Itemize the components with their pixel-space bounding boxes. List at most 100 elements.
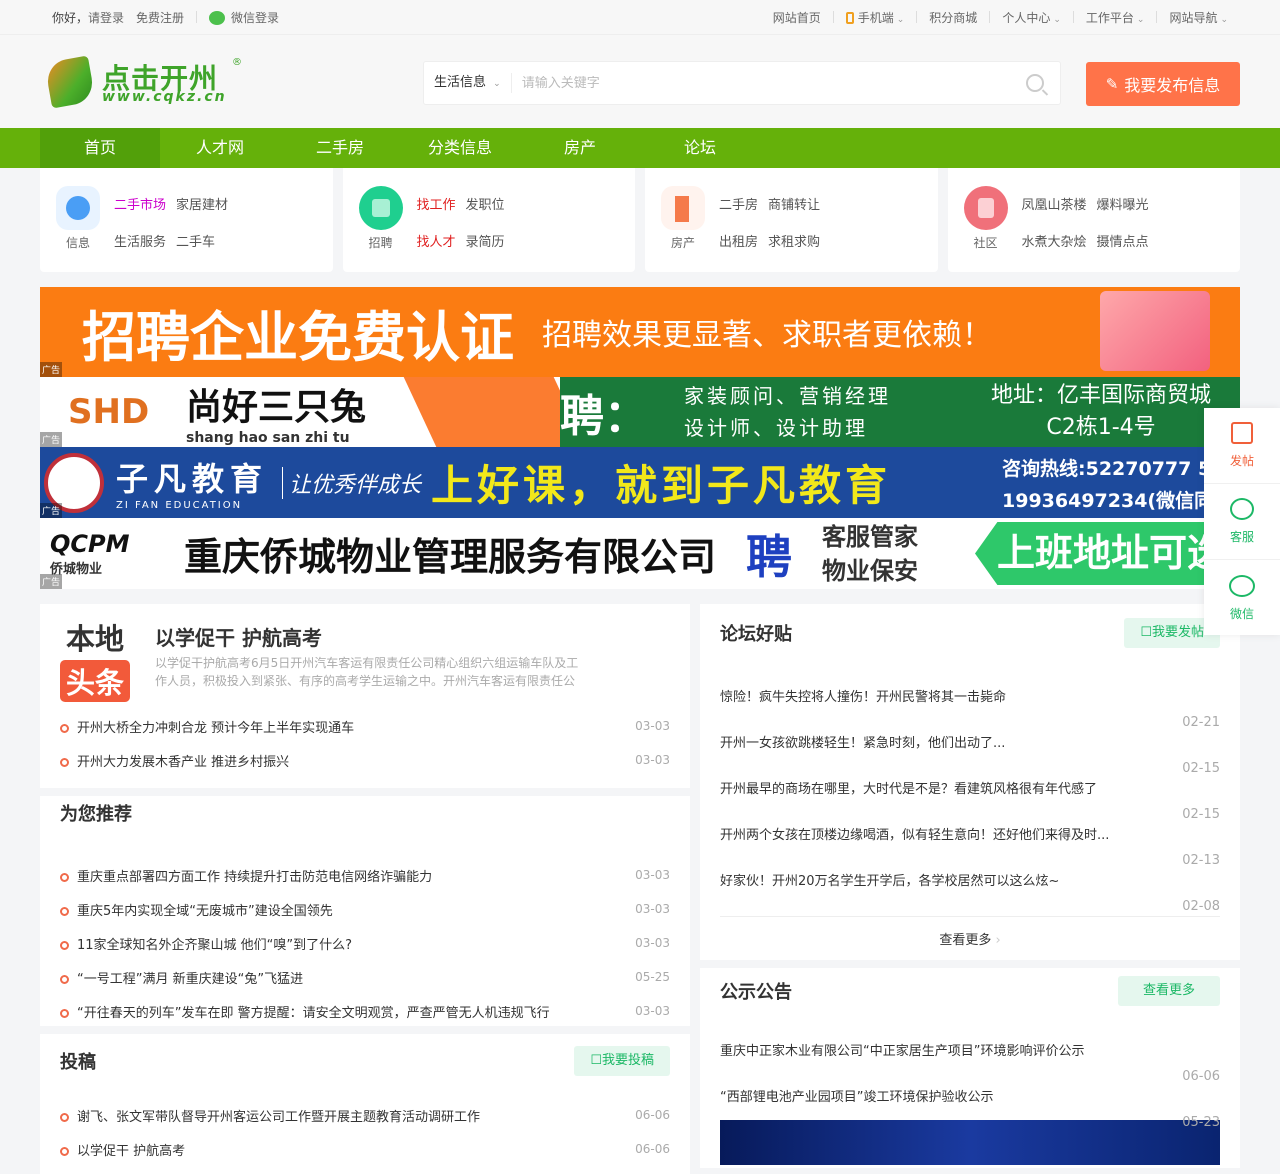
news-date: 03-03 bbox=[635, 936, 670, 950]
link-rent[interactable]: 出租房 bbox=[719, 231, 758, 250]
news-date: 06-06 bbox=[635, 1142, 670, 1156]
list-item[interactable]: 开州最早的商场在哪里，大时代是不是？看建筑风格很有年代感了 02-15 bbox=[720, 772, 1220, 822]
float-service-button[interactable]: 客服 bbox=[1204, 484, 1280, 560]
link-expose[interactable]: 爆料曝光 bbox=[1097, 194, 1149, 213]
quick-card-house: 房产 二手房 商铺转让 出租房 求租求购 bbox=[645, 168, 938, 272]
right-column: 论坛好贴 ☐我要发帖 惊险！疯牛失控将人撞伤！开州民警将其一击毙命 02-21 开… bbox=[700, 604, 1240, 1168]
site-nav-menu[interactable]: 网站导航 ⌄ bbox=[1169, 9, 1228, 26]
nav-second-hand-house[interactable]: 二手房 bbox=[280, 128, 400, 168]
submit-block: 投稿 ☐我要投稿 谢飞、张文军带队督导开州客运公司工作暨开展主题教育活动调研工作… bbox=[40, 1034, 690, 1174]
ad-pinyin: shang hao san zhi tu bbox=[186, 430, 350, 446]
wechat-login-link[interactable]: 微信登录 bbox=[209, 9, 279, 26]
floating-sidebar: 发帖 客服 微信 bbox=[1204, 408, 1280, 635]
link-second-house[interactable]: 二手房 bbox=[719, 194, 758, 213]
personal-center-menu[interactable]: 个人中心 ⌄ bbox=[1002, 9, 1061, 26]
forum-more-link[interactable]: 查看更多 › bbox=[720, 929, 1220, 948]
ad-banner-qcpm[interactable]: QCPM 侨城物业 重庆侨城物业管理服务有限公司 聘 客服管家 物业保安 上班地址可… bbox=[40, 518, 1240, 589]
news-date: 03-03 bbox=[635, 753, 670, 767]
greeting: 你好， bbox=[52, 10, 89, 25]
ad-jobs-line: 设计师、设计助理 bbox=[684, 416, 868, 440]
link-photos[interactable]: 摄情点点 bbox=[1097, 231, 1149, 250]
news-title: 11家全球知名外企齐聚山城 他们“嗅”到了什么? bbox=[60, 934, 352, 953]
badge-bottom: 头条 bbox=[60, 660, 130, 702]
quick-card-label: 信息 bbox=[65, 236, 90, 250]
site-logo[interactable]: 点击开州 www.cqkz.cn ® bbox=[44, 55, 248, 109]
notice-banner-image[interactable] bbox=[720, 1120, 1220, 1165]
nav-real-estate[interactable]: 房产 bbox=[520, 128, 640, 168]
mobile-label: 手机端 bbox=[857, 10, 894, 25]
badge-top: 本地 bbox=[65, 622, 124, 656]
ad-address: 上班地址可选 bbox=[975, 522, 1240, 585]
site-home-link[interactable]: 网站首页 bbox=[773, 9, 821, 26]
link-shop-transfer[interactable]: 商铺转让 bbox=[768, 194, 820, 213]
search-category-select[interactable]: 生活信息 ⌄ bbox=[424, 73, 512, 93]
message-icon[interactable] bbox=[56, 186, 100, 230]
points-mall-link[interactable]: 积分商城 bbox=[929, 9, 977, 26]
list-item[interactable]: 开州两个女孩在顶楼边缘喝酒，似有轻生意向！还好他们来得及时... 02-13 bbox=[720, 818, 1220, 868]
nav-classified[interactable]: 分类信息 bbox=[400, 128, 520, 168]
link-post-job[interactable]: 发职位 bbox=[466, 194, 505, 213]
headline-title[interactable]: 以学促干 护航高考 bbox=[155, 622, 322, 651]
list-item[interactable]: 开州大力发展木香产业 推进乡村振兴 03-03 bbox=[60, 743, 670, 777]
list-item[interactable]: 谢飞、张文军带队督导开州客运公司工作暨开展主题教育活动调研工作 06-06 bbox=[60, 1098, 670, 1132]
link-find-talent[interactable]: 找人才 bbox=[417, 231, 456, 250]
ad-banners: 招聘企业免费认证 招聘效果更显著、求职者更依赖！ 广告 SHD 尚好三只兔 sha… bbox=[40, 287, 1240, 589]
ad-tag: 广告 bbox=[40, 362, 63, 377]
list-item[interactable]: 重庆中正家木业有限公司“中正家居生产项目”环境影响评价公示 06-06 bbox=[720, 1034, 1220, 1084]
briefcase-icon[interactable] bbox=[358, 186, 403, 230]
link-used-car[interactable]: 二手车 bbox=[176, 231, 228, 250]
ad-job: 客服管家 bbox=[822, 522, 919, 551]
list-item[interactable]: 11家全球知名外企齐聚山城 他们“嗅”到了什么? 03-03 bbox=[60, 926, 670, 960]
building-icon[interactable] bbox=[661, 186, 705, 230]
ad-banner-zifan[interactable]: 子凡教育 ZI FAN EDUCATION 让优秀伴成长 上好课，就到子凡教育 咨… bbox=[40, 447, 1240, 518]
list-item[interactable]: 惊险！疯牛失控将人撞伤！开州民警将其一击毙命 02-21 bbox=[720, 680, 1220, 730]
link-resume[interactable]: 录简历 bbox=[466, 231, 505, 250]
left-column: 本地 头条 以学促干 护航高考 以学促干护航高考6月5日开州汽车客运有限责任公司… bbox=[40, 604, 690, 1174]
ad-subline: 招聘效果更显著、求职者更依赖！ bbox=[542, 318, 992, 353]
nav-home[interactable]: 首页 bbox=[40, 128, 160, 168]
float-post-button[interactable]: 发帖 bbox=[1204, 408, 1280, 484]
news-title: 重庆重点部署四方面工作 持续提升打击防范电信网络诈骗能力 bbox=[60, 866, 432, 885]
search-input[interactable] bbox=[511, 75, 1026, 91]
list-item[interactable]: 好家伙！开州20万名学生开学后，各学校居然可以这么炫~ 02-08 bbox=[720, 864, 1220, 914]
nav-forum[interactable]: 论坛 bbox=[640, 128, 760, 168]
link-misc[interactable]: 水煮大杂烩 bbox=[1022, 231, 1087, 250]
list-item[interactable]: 以学促干 护航高考 06-06 bbox=[60, 1132, 670, 1166]
submit-article-button[interactable]: ☐我要投稿 bbox=[574, 1046, 670, 1076]
chevron-down-icon: ⌄ bbox=[1136, 14, 1145, 25]
notice-more-button[interactable]: 查看更多 bbox=[1117, 976, 1220, 1006]
top-bar: 你好， 请登录 免费注册 微信登录 网站首页 手机端 ⌄ 积分商城 个人中心 ⌄ 工… bbox=[0, 0, 1280, 35]
section-title: 公示公告 bbox=[720, 982, 792, 1003]
link-home-building[interactable]: 家居建材 bbox=[176, 194, 228, 213]
search-icon[interactable] bbox=[1026, 74, 1044, 92]
list-item[interactable]: “西部锂电池产业园项目”竣工环境保护验收公示 05-23 bbox=[720, 1080, 1220, 1130]
list-item[interactable]: 重庆重点部署四方面工作 持续提升打击防范电信网络诈骗能力 03-03 bbox=[60, 858, 670, 892]
float-label: 微信 bbox=[1229, 606, 1254, 621]
link-teahouse[interactable]: 凤凰山茶楼 bbox=[1022, 194, 1087, 213]
community-icon[interactable] bbox=[963, 186, 1008, 230]
work-platform-menu[interactable]: 工作平台 ⌄ bbox=[1086, 9, 1145, 26]
ad-address: C2栋1-4号 bbox=[1046, 415, 1156, 440]
link-find-job[interactable]: 找工作 bbox=[417, 194, 456, 213]
shd-logo: SHD bbox=[68, 392, 150, 432]
list-item[interactable]: 重庆5年内实现全域“无废城市”建设全国领先 03-03 bbox=[60, 892, 670, 926]
recommend-block: 为您推荐 重庆重点部署四方面工作 持续提升打击防范电信网络诈骗能力 03-03 重… bbox=[40, 796, 690, 1034]
list-item[interactable]: “一号工程”满月 新重庆建设“兔”飞猛进 05-25 bbox=[60, 960, 670, 994]
divider bbox=[832, 11, 834, 23]
ad-headline: 招聘企业免费认证 bbox=[82, 305, 514, 369]
list-item[interactable]: 开州大桥全力冲刺合龙 预计今年上半年实现通车 03-03 bbox=[60, 709, 670, 743]
link-want-rent[interactable]: 求租求购 bbox=[768, 231, 820, 250]
list-item[interactable]: “开往春天的列车”发车在即 警方提醒：请安全文明观赏，严查严管无人机违规飞行 03… bbox=[60, 994, 670, 1028]
link-second-market[interactable]: 二手市场 bbox=[114, 194, 166, 213]
list-item[interactable]: 开州一女孩欲跳楼轻生！紧急时刻，他们出动了... 02-15 bbox=[720, 726, 1220, 776]
ad-banner-recruit-cert[interactable]: 招聘企业免费认证 招聘效果更显著、求职者更依赖！ 广告 bbox=[40, 287, 1240, 377]
chat-icon bbox=[1230, 498, 1254, 520]
login-link[interactable]: 请登录 bbox=[88, 9, 124, 26]
link-life-service[interactable]: 生活服务 bbox=[114, 231, 166, 250]
mobile-menu[interactable]: 手机端 ⌄ bbox=[845, 9, 904, 26]
float-wechat-button[interactable]: 微信 bbox=[1204, 560, 1280, 636]
register-link[interactable]: 免费注册 bbox=[136, 9, 184, 26]
nav-talent[interactable]: 人才网 bbox=[160, 128, 280, 168]
ad-banner-shd[interactable]: SHD 尚好三只兔 shang hao san zhi tu 聘： 家装顾问、营销… bbox=[40, 377, 1240, 447]
publish-info-button[interactable]: ✎ 我要发布信息 bbox=[1086, 62, 1240, 106]
